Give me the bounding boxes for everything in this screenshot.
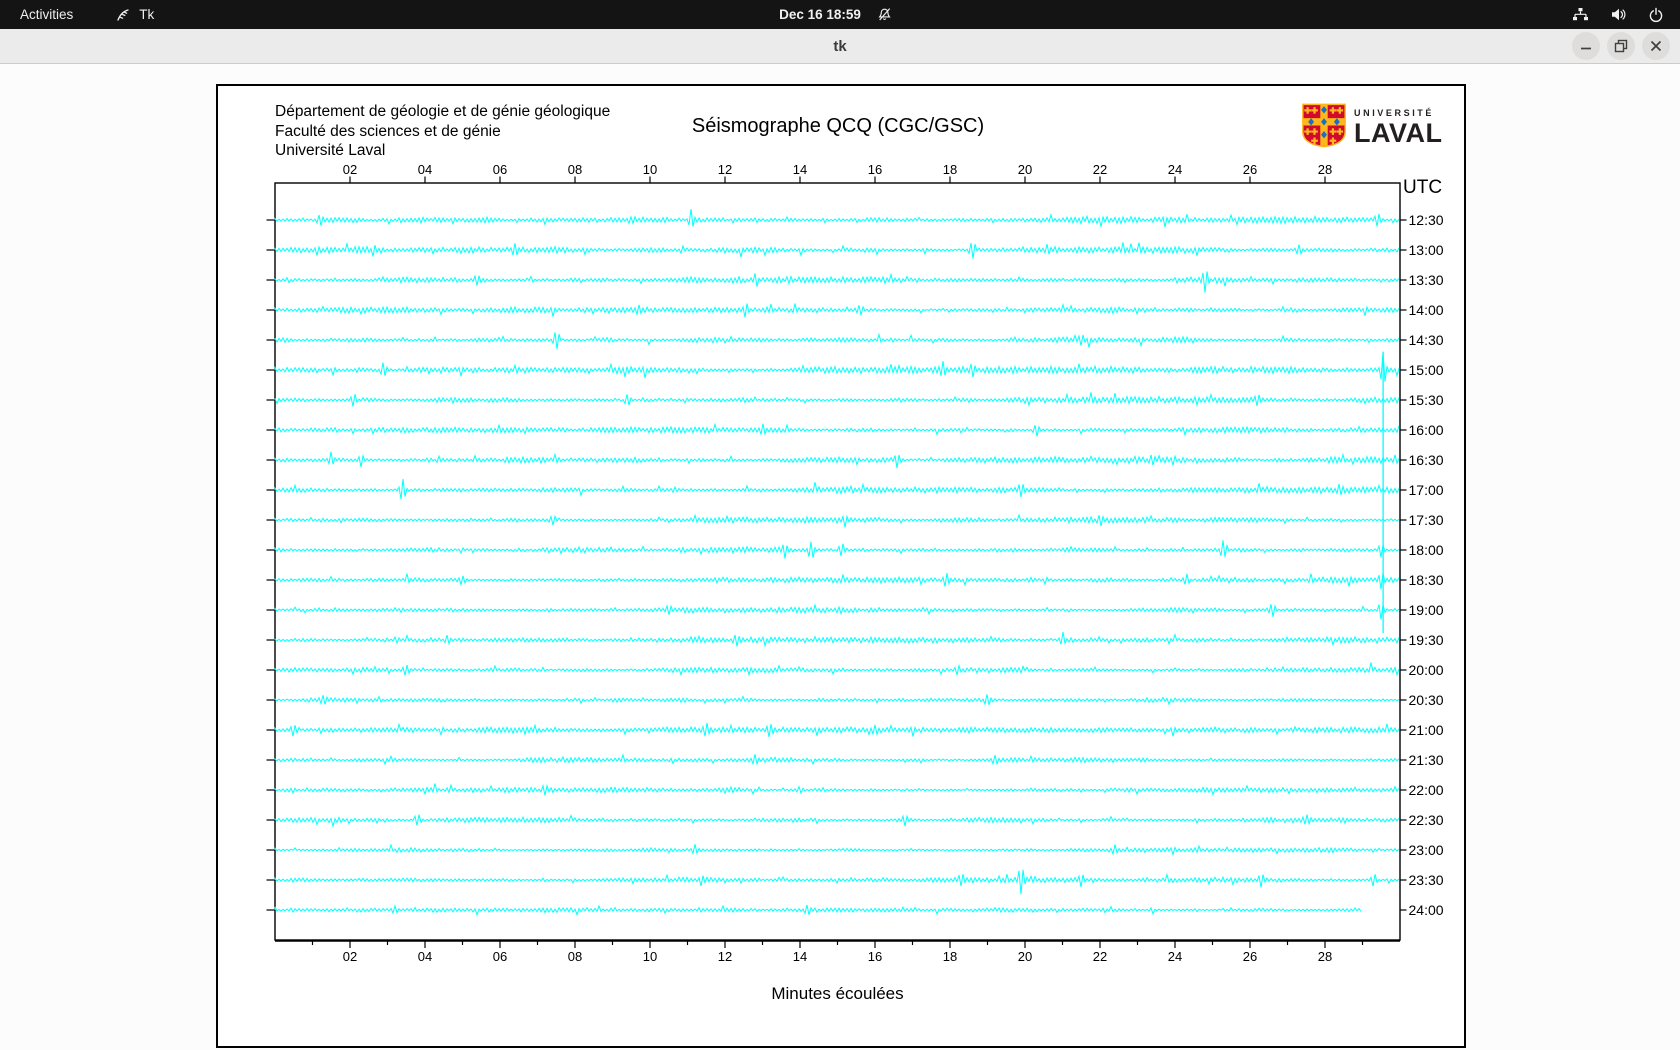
activities-button[interactable]: Activities [14,5,79,24]
window-content: Département de géologie et de génie géol… [0,64,1680,1050]
window-titlebar[interactable]: tk [0,29,1680,64]
network-wired-icon [1572,7,1589,22]
app-menu[interactable]: Tk [115,7,154,23]
svg-text:Minutes écoulées: Minutes écoulées [771,984,903,1003]
svg-text:24: 24 [1168,162,1182,177]
svg-text:15:30: 15:30 [1409,392,1444,408]
svg-text:06: 06 [493,949,507,964]
svg-text:13:30: 13:30 [1409,272,1444,288]
window-title: tk [833,37,847,55]
svg-text:24: 24 [1168,949,1182,964]
notifications-muted-icon [877,7,892,22]
restore-icon [1614,39,1628,53]
svg-text:16: 16 [868,162,882,177]
svg-text:06: 06 [493,162,507,177]
svg-text:17:30: 17:30 [1409,512,1444,528]
gnome-top-bar: Activities Tk Dec 16 18:59 [0,0,1680,29]
app-menu-label: Tk [139,7,155,22]
svg-text:26: 26 [1243,162,1257,177]
svg-text:UTC: UTC [1403,177,1442,198]
svg-text:14: 14 [793,162,807,177]
svg-text:22:30: 22:30 [1409,812,1444,828]
svg-text:22: 22 [1093,949,1107,964]
svg-text:24:00: 24:00 [1409,902,1444,918]
svg-text:22: 22 [1093,162,1107,177]
svg-text:18:00: 18:00 [1409,542,1444,558]
svg-text:15:00: 15:00 [1409,362,1444,378]
tk-icon [115,7,131,23]
seismograph-frame: Département de géologie et de génie géol… [216,84,1466,1048]
svg-text:21:00: 21:00 [1409,722,1444,738]
svg-text:23:00: 23:00 [1409,842,1444,858]
svg-text:14: 14 [793,949,807,964]
svg-text:02: 02 [343,949,357,964]
svg-text:28: 28 [1318,162,1332,177]
svg-text:18: 18 [943,949,957,964]
svg-text:08: 08 [568,162,582,177]
svg-text:13:00: 13:00 [1409,242,1444,258]
svg-text:14:30: 14:30 [1409,332,1444,348]
seismogram-canvas: 02 04 06 08 10 12 14 16 18 20 22 24 26 28 02 04 06 08 10 12… [266,162,1444,1003]
volume-icon [1610,7,1627,22]
svg-text:16: 16 [868,949,882,964]
svg-text:02: 02 [343,162,357,177]
close-button[interactable] [1642,32,1670,60]
clock-menu[interactable]: Dec 16 18:59 [779,0,892,29]
svg-text:04: 04 [418,162,432,177]
minimize-icon [1581,47,1591,50]
svg-text:12: 12 [718,949,732,964]
svg-text:20:30: 20:30 [1409,692,1444,708]
svg-text:16:00: 16:00 [1409,422,1444,438]
svg-text:21:30: 21:30 [1409,752,1444,768]
minimize-button[interactable] [1572,32,1600,60]
svg-text:19:00: 19:00 [1409,602,1444,618]
close-icon [1650,40,1662,52]
svg-text:04: 04 [418,949,432,964]
svg-text:12: 12 [718,162,732,177]
svg-text:17:00: 17:00 [1409,482,1444,498]
svg-text:20:00: 20:00 [1409,662,1444,678]
svg-text:12:30: 12:30 [1409,212,1444,228]
svg-text:19:30: 19:30 [1409,632,1444,648]
restore-button[interactable] [1607,32,1635,60]
svg-text:26: 26 [1243,949,1257,964]
svg-text:23:30: 23:30 [1409,872,1444,888]
svg-text:20: 20 [1018,162,1032,177]
svg-text:14:00: 14:00 [1409,302,1444,318]
svg-text:18:30: 18:30 [1409,572,1444,588]
clock-label: Dec 16 18:59 [779,7,861,22]
svg-text:28: 28 [1318,949,1332,964]
power-icon [1648,7,1664,23]
screen: Activities Tk Dec 16 18:59 tk Départemen… [0,0,1680,1050]
svg-text:18: 18 [943,162,957,177]
svg-text:16:30: 16:30 [1409,452,1444,468]
svg-text:20: 20 [1018,949,1032,964]
svg-text:22:00: 22:00 [1409,782,1444,798]
system-status-menu[interactable] [1572,0,1680,29]
svg-text:10: 10 [643,949,657,964]
svg-text:08: 08 [568,949,582,964]
svg-text:10: 10 [643,162,657,177]
